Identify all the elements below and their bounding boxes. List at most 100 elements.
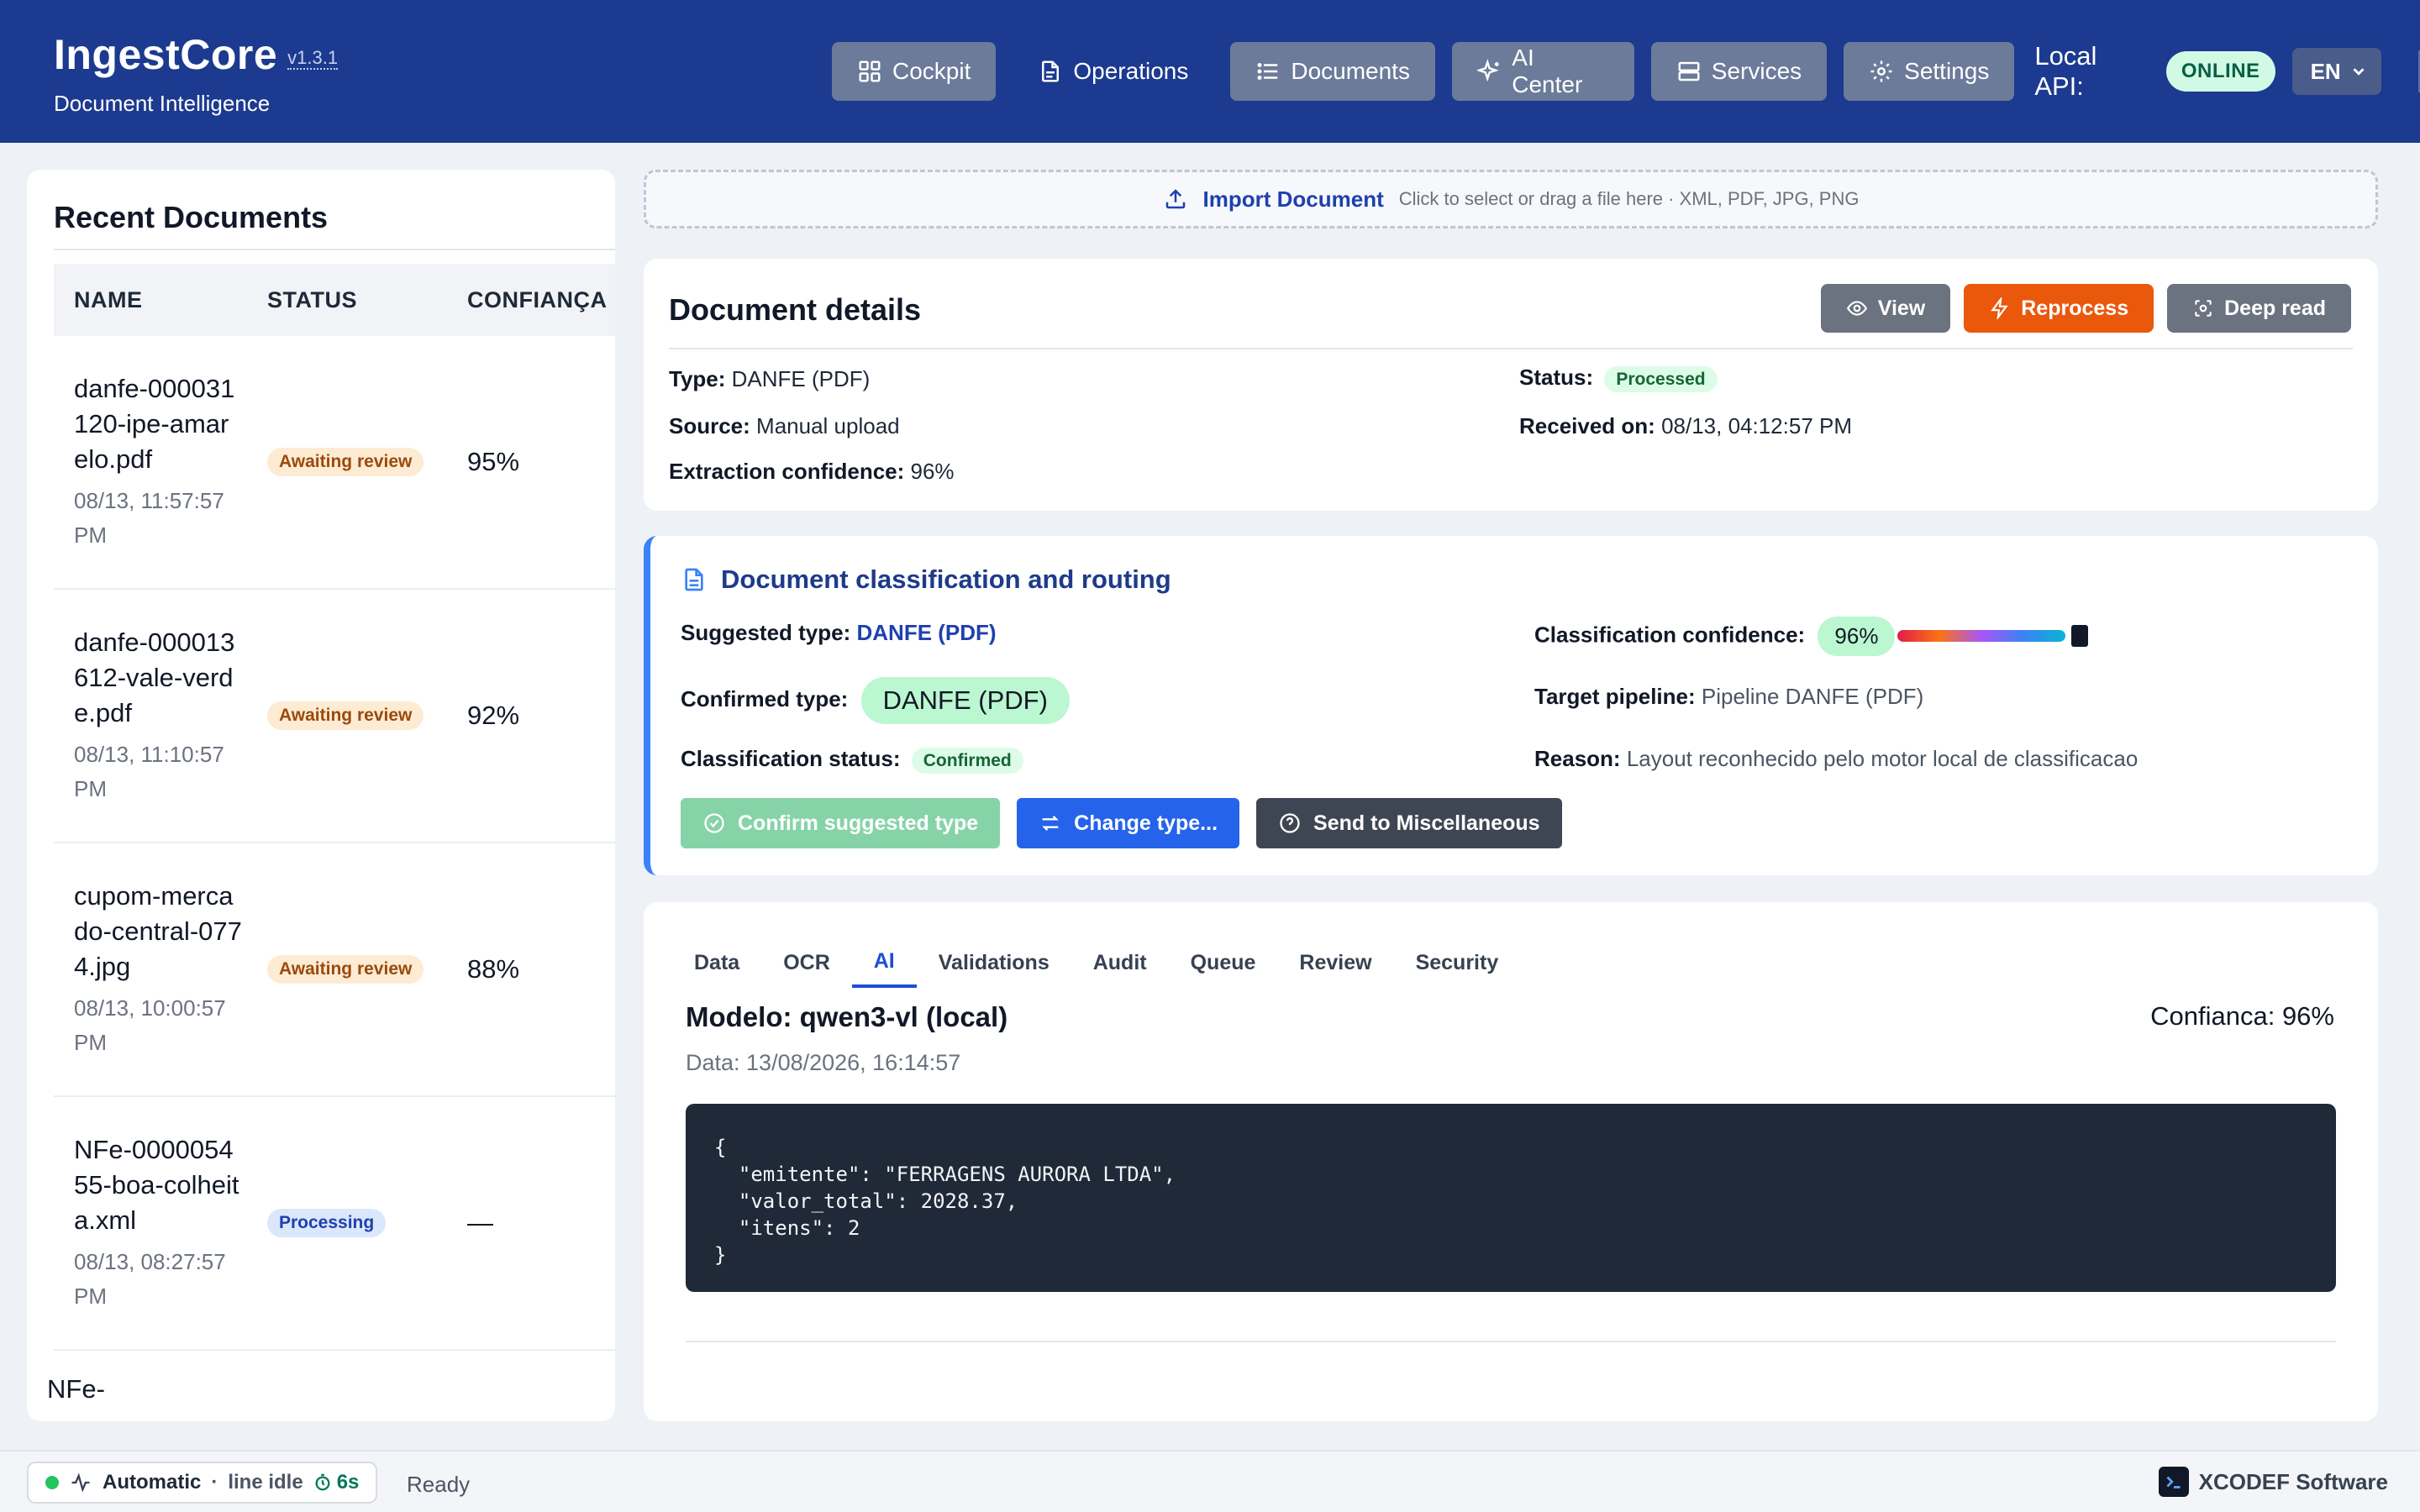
tab-data[interactable]: Data <box>672 937 761 988</box>
table-row[interactable]: NFe-000005455-boa-colheita.xml 08/13, 08… <box>54 1097 615 1351</box>
tab-review[interactable]: Review <box>1277 937 1393 988</box>
sparkles-icon <box>1476 59 1499 82</box>
detail-received: Received on: 08/13, 04:12:57 PM <box>1519 413 1852 439</box>
reprocess-button[interactable]: Reprocess <box>1964 284 2154 333</box>
classification-card: Document classification and routing Sugg… <box>644 536 2378 875</box>
nav-documents[interactable]: Documents <box>1230 42 1435 101</box>
vendor-name: XCODEF Software <box>2198 1468 2388 1494</box>
import-label: Import Document <box>1202 186 1384 212</box>
upload-icon <box>1165 189 1185 209</box>
column-header-status[interactable]: STATUS <box>267 287 467 313</box>
column-header-confidence[interactable]: CONFIANÇA <box>467 287 615 313</box>
classification-title: Document classification and routing <box>681 564 1171 595</box>
tab-audit[interactable]: Audit <box>1071 937 1169 988</box>
target-pipeline: Target pipeline: Pipeline DANFE (PDF) <box>1534 684 1923 710</box>
column-header-name[interactable]: NAME <box>54 287 267 313</box>
tab-validations[interactable]: Validations <box>917 937 1071 988</box>
cell-name: danfe-000031120-ipe-amarelo.pdf 08/13, 1… <box>54 371 267 553</box>
status-bar: Automatic · line idle 6s Ready XCODEF So… <box>0 1450 2420 1512</box>
status-badge: Processing <box>267 1209 387 1237</box>
confirm-suggested-type-button[interactable]: Confirm suggested type <box>681 798 1001 848</box>
detail-type: Type: DANFE (PDF) <box>669 366 870 392</box>
list-icon <box>1257 63 1278 80</box>
target-pipeline-value: Pipeline DANFE (PDF) <box>1701 684 1924 709</box>
tab-ai[interactable]: AI <box>851 937 917 988</box>
target-pipeline-label: Target pipeline: <box>1534 684 1696 709</box>
language-select[interactable]: EN <box>2291 48 2382 95</box>
nav-cockpit[interactable]: Cockpit <box>832 42 997 101</box>
classification-title-text: Document classification and routing <box>721 564 1171 594</box>
detail-source-label: Source: <box>669 413 750 438</box>
recent-documents-panel: Recent Documents NAME STATUS CONFIANÇA d… <box>27 170 615 1421</box>
detail-extraction-confidence: Extraction confidence: 96% <box>669 459 955 485</box>
deep-read-button[interactable]: Deep read <box>2167 284 2351 333</box>
nav-services-label: Services <box>1711 58 1802 84</box>
ready-status: Ready <box>407 1472 471 1497</box>
nav-settings[interactable]: Settings <box>1844 42 2015 101</box>
detail-extraction-label: Extraction confidence: <box>669 459 905 484</box>
tab-ocr[interactable]: OCR <box>761 937 852 988</box>
ai-date: Data: 13/08/2026, 16:14:57 <box>686 1050 961 1075</box>
table-row[interactable]: danfe-000013612-vale-verde.pdf 08/13, 11… <box>54 590 615 843</box>
nav-services[interactable]: Services <box>1650 42 1828 101</box>
help-circle-icon <box>1280 813 1300 833</box>
nav-documents-label: Documents <box>1291 58 1410 84</box>
line-state: line idle <box>228 1471 303 1494</box>
automation-mode: Automatic <box>103 1471 202 1494</box>
document-date: 08/13, 10:00:57 PM <box>74 995 226 1055</box>
details-title: Document details <box>669 292 922 327</box>
file-icon <box>1042 60 1060 82</box>
table-row[interactable]: danfe-000031120-ipe-amarelo.pdf 08/13, 1… <box>54 336 615 590</box>
document-date: 08/13, 08:27:57 PM <box>74 1249 226 1309</box>
tab-bar: Data OCR AI Validations Audit Queue Revi… <box>672 937 1520 988</box>
recent-documents-title: Recent Documents <box>54 200 329 234</box>
detail-received-label: Received on: <box>1519 413 1655 438</box>
classification-actions: Confirm suggested type Change type... Se… <box>681 798 1562 848</box>
change-type-label: Change type... <box>1074 811 1218 835</box>
detail-type-label: Type: <box>669 366 726 391</box>
change-type-button[interactable]: Change type... <box>1017 798 1240 848</box>
cell-confidence: — <box>467 1208 493 1237</box>
document-date: 08/13, 11:57:57 PM <box>74 488 224 548</box>
api-label: Local API: <box>2034 41 2097 101</box>
detail-extraction-value: 96% <box>910 459 955 484</box>
app-version[interactable]: v1.3.1 <box>287 47 339 70</box>
cell-confidence: 95% <box>467 447 520 476</box>
gear-icon <box>1870 60 1892 82</box>
detail-source-value: Manual upload <box>756 413 900 438</box>
import-dropzone[interactable]: Import Document Click to select or drag … <box>644 170 2378 228</box>
chevron-down-icon <box>2353 68 2365 76</box>
document-name: NFe-000005455-boa-colheita.xml <box>74 1135 239 1235</box>
document-name: danfe-000031120-ipe-amarelo.pdf <box>74 374 235 474</box>
automation-status[interactable]: Automatic · line idle 6s <box>27 1462 378 1504</box>
status-badge: Confirmed <box>911 748 1023 774</box>
tab-queue[interactable]: Queue <box>1169 937 1278 988</box>
cell-status: Processing <box>267 1209 467 1237</box>
status-separator: · <box>211 1471 218 1494</box>
send-to-miscellaneous-button[interactable]: Send to Miscellaneous <box>1256 798 1562 848</box>
suggested-type-label: Suggested type: <box>681 620 851 645</box>
nav-operations[interactable]: Operations <box>1013 42 1213 101</box>
check-circle-icon <box>704 813 724 833</box>
tab-security[interactable]: Security <box>1394 937 1521 988</box>
language-value: EN <box>2310 58 2341 84</box>
stopwatch-icon <box>315 1473 330 1491</box>
confirmed-type-pill: DANFE (PDF) <box>860 677 1070 724</box>
divider <box>669 348 2353 349</box>
view-button[interactable]: View <box>1820 284 1951 333</box>
brand: IngestCore v1.3.1 Document Intelligence <box>54 30 339 117</box>
table-row[interactable]: cupom-mercado-central-0774.jpg 08/13, 10… <box>54 843 615 1097</box>
document-list: danfe-000031120-ipe-amarelo.pdf 08/13, 1… <box>54 336 615 1351</box>
classification-confidence-label: Classification confidence: <box>1534 622 1806 648</box>
classification-confidence: Classification confidence: 96% <box>1534 617 1896 656</box>
document-name-partial[interactable]: NFe- <box>47 1374 105 1404</box>
status-dot-icon <box>45 1476 59 1489</box>
app-title: IngestCore <box>54 31 278 78</box>
divider <box>686 1341 2336 1342</box>
reason-label: Reason: <box>1534 746 1621 771</box>
detail-type-value: DANFE (PDF) <box>731 366 871 391</box>
ai-model-title: Modelo: qwen3-vl (local) <box>686 1001 1008 1032</box>
app-subtitle: Document Intelligence <box>54 91 271 116</box>
document-name: cupom-mercado-central-0774.jpg <box>74 881 242 981</box>
nav-ai-center[interactable]: AI Center <box>1451 42 1634 101</box>
